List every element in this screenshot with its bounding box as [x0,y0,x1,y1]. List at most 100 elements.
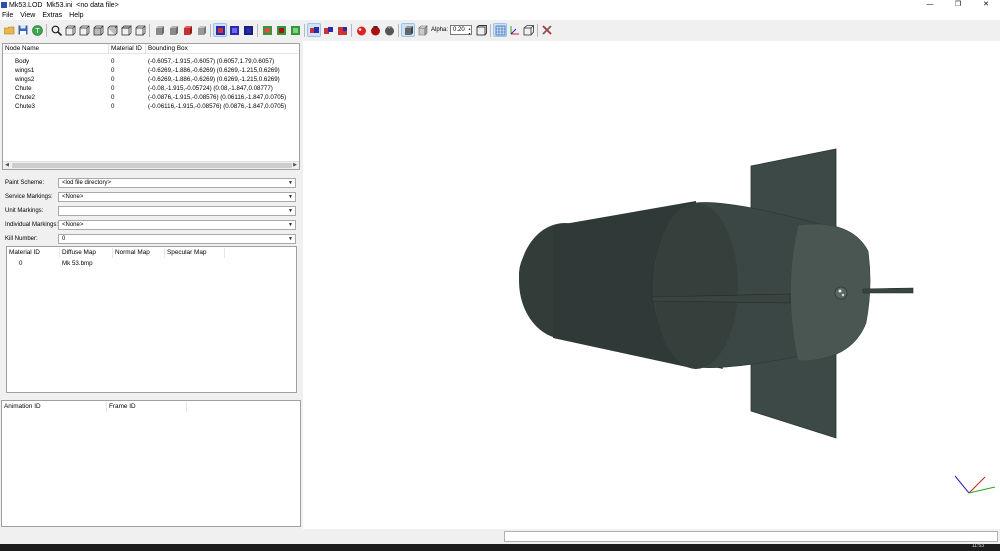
node-row[interactable]: Chute2 0 (-0.0876,-1.915,-0.08576) (0.06… [3,93,299,102]
column-animation-id[interactable]: Animation ID [2,402,107,412]
alpha-solid-button[interactable] [401,23,415,37]
node-name: Body [15,58,30,65]
light-2-button[interactable] [369,24,381,36]
unit-markings-select[interactable]: ▼ [58,206,296,216]
model-render [518,148,996,494]
red-box-icon [215,25,225,35]
grid-button[interactable] [493,23,508,37]
restore-button[interactable]: ❐ [944,0,972,10]
node-row[interactable]: wings2 0 (-0.6269,-1.886,-0.6269) (0.626… [3,75,299,84]
node-green-3-button[interactable] [289,24,301,36]
scrollbar-thumb[interactable] [12,163,292,168]
node-name: Chute2 [15,94,35,101]
paint-scheme-row: Paint Scheme: <lod file directory> ▼ [0,178,303,189]
menu-help[interactable]: Help [69,12,83,19]
unit-markings-row: Unit Markings: ▼ [0,206,303,217]
node-row[interactable]: Body 0 (-0.6057,-1.915,-0.6057) (0.6057,… [3,57,299,66]
perspective-button[interactable] [522,24,534,36]
individual-markings-value: <None> [62,222,84,228]
open-button[interactable] [3,24,15,36]
chevron-down-icon[interactable]: ▼ [288,235,293,243]
scroll-left-icon[interactable]: ◀ [3,162,11,169]
toolbar-separator [490,23,492,37]
view-top-button[interactable] [120,24,132,36]
node-bbox: (-0.08,-1.915,-0.05724) (0.08,-1.847,0.0… [148,85,273,92]
toolbar-separator [351,23,352,37]
column-normal-map[interactable]: Normal Map [113,248,165,258]
transparent-cube-icon [417,24,428,36]
kill-number-select[interactable]: 0 ▼ [58,234,296,244]
paint-scheme-select[interactable]: <lod file directory> ▼ [58,178,296,188]
material-list[interactable]: Material ID Diffuse Map Normal Map Specu… [6,246,297,393]
chevron-down-icon[interactable]: ▼ [288,179,293,187]
node-list-header: Node Name Material ID Bounding Box [3,44,299,54]
solid-gray-3-button[interactable] [195,24,207,36]
wireframe-cube-icon [79,25,89,35]
material-id: 0 [19,260,23,267]
shade-1-button[interactable] [307,23,321,37]
menu-view[interactable]: View [20,12,35,19]
wireframe-cube-icon [135,25,145,35]
tools-button[interactable] [541,24,553,36]
column-frame-id[interactable]: Frame ID [107,402,187,412]
minimize-button[interactable]: — [916,0,944,10]
bomb-nose-cap [790,223,871,362]
view-back-button[interactable] [78,24,90,36]
column-specular-map[interactable]: Specular Map [165,248,225,258]
axes-button[interactable] [508,24,520,36]
magnifier-icon [51,25,62,36]
menu-extras[interactable]: Extras [42,12,62,19]
node-row[interactable]: Chute3 0 (-0.06116,-1.915,-0.08576) (0.0… [3,102,299,111]
close-button[interactable]: ✕ [972,0,1000,10]
wireframe-cube-icon [120,25,132,35]
texture-button[interactable]: T [31,24,43,36]
toolbar-separator [210,23,211,37]
chevron-down-icon[interactable]: ▼ [288,221,293,229]
solid-gray-1-button[interactable] [153,24,165,36]
node-row[interactable]: Chute 0 (-0.08,-1.915,-0.05724) (0.08,-1… [3,84,299,93]
red-cubes-icon [337,26,347,35]
model-viewport[interactable] [303,41,1000,529]
column-bounding-box[interactable]: Bounding Box [146,44,300,54]
os-taskbar: 11:53 [0,543,1000,551]
solid-gray-2-button[interactable] [167,24,179,36]
bbox-red-button[interactable] [213,23,227,37]
node-green-1-button[interactable] [261,24,273,36]
alpha-transparent-button[interactable] [416,24,428,36]
view-bottom-button[interactable] [134,24,146,36]
animation-list[interactable]: Animation ID Frame ID [1,400,301,527]
service-markings-label: Service Markings: [5,194,53,200]
node-list-scrollbar[interactable]: ◀ ▶ [3,161,299,169]
view-front-button[interactable] [64,24,76,36]
alpha-spinner[interactable]: 0.20 [450,25,473,36]
column-material-id[interactable]: Material ID [7,248,60,258]
bbox-blue-button[interactable] [228,24,240,36]
view-right-button[interactable] [106,24,118,36]
shade-3-button[interactable] [336,24,348,36]
light-1-button[interactable] [355,24,367,36]
material-row[interactable]: 0 Mk 53.bmp [7,259,296,269]
node-list[interactable]: Node Name Material ID Bounding Box Body … [2,43,300,170]
blue-box-icon [229,25,239,35]
view-left-button[interactable] [92,24,104,36]
bbox-dark-button[interactable] [242,24,254,36]
menu-file[interactable]: File [2,12,13,19]
individual-markings-select[interactable]: <None> ▼ [58,220,296,230]
node-green-2-button[interactable] [275,24,287,36]
light-3-button[interactable] [383,24,395,36]
app-icon [1,2,7,8]
service-markings-select[interactable]: <None> ▼ [58,192,296,202]
column-diffuse-map[interactable]: Diffuse Map [60,248,113,258]
column-material-id[interactable]: Material ID [109,44,146,54]
solid-red-button[interactable] [181,24,193,36]
node-row[interactable]: wings1 0 (-0.6269,-1.886,-0.6269) (0.626… [3,66,299,75]
bounding-box-button[interactable] [475,24,487,36]
chevron-down-icon[interactable]: ▼ [288,193,293,201]
node-name: wings2 [15,76,35,83]
save-button[interactable] [17,24,29,36]
chevron-down-icon[interactable]: ▼ [288,207,293,215]
column-node-name[interactable]: Node Name [3,44,109,54]
shade-2-button[interactable] [322,24,334,36]
zoom-extents-button[interactable] [50,24,62,36]
scroll-right-icon[interactable]: ▶ [291,162,299,169]
